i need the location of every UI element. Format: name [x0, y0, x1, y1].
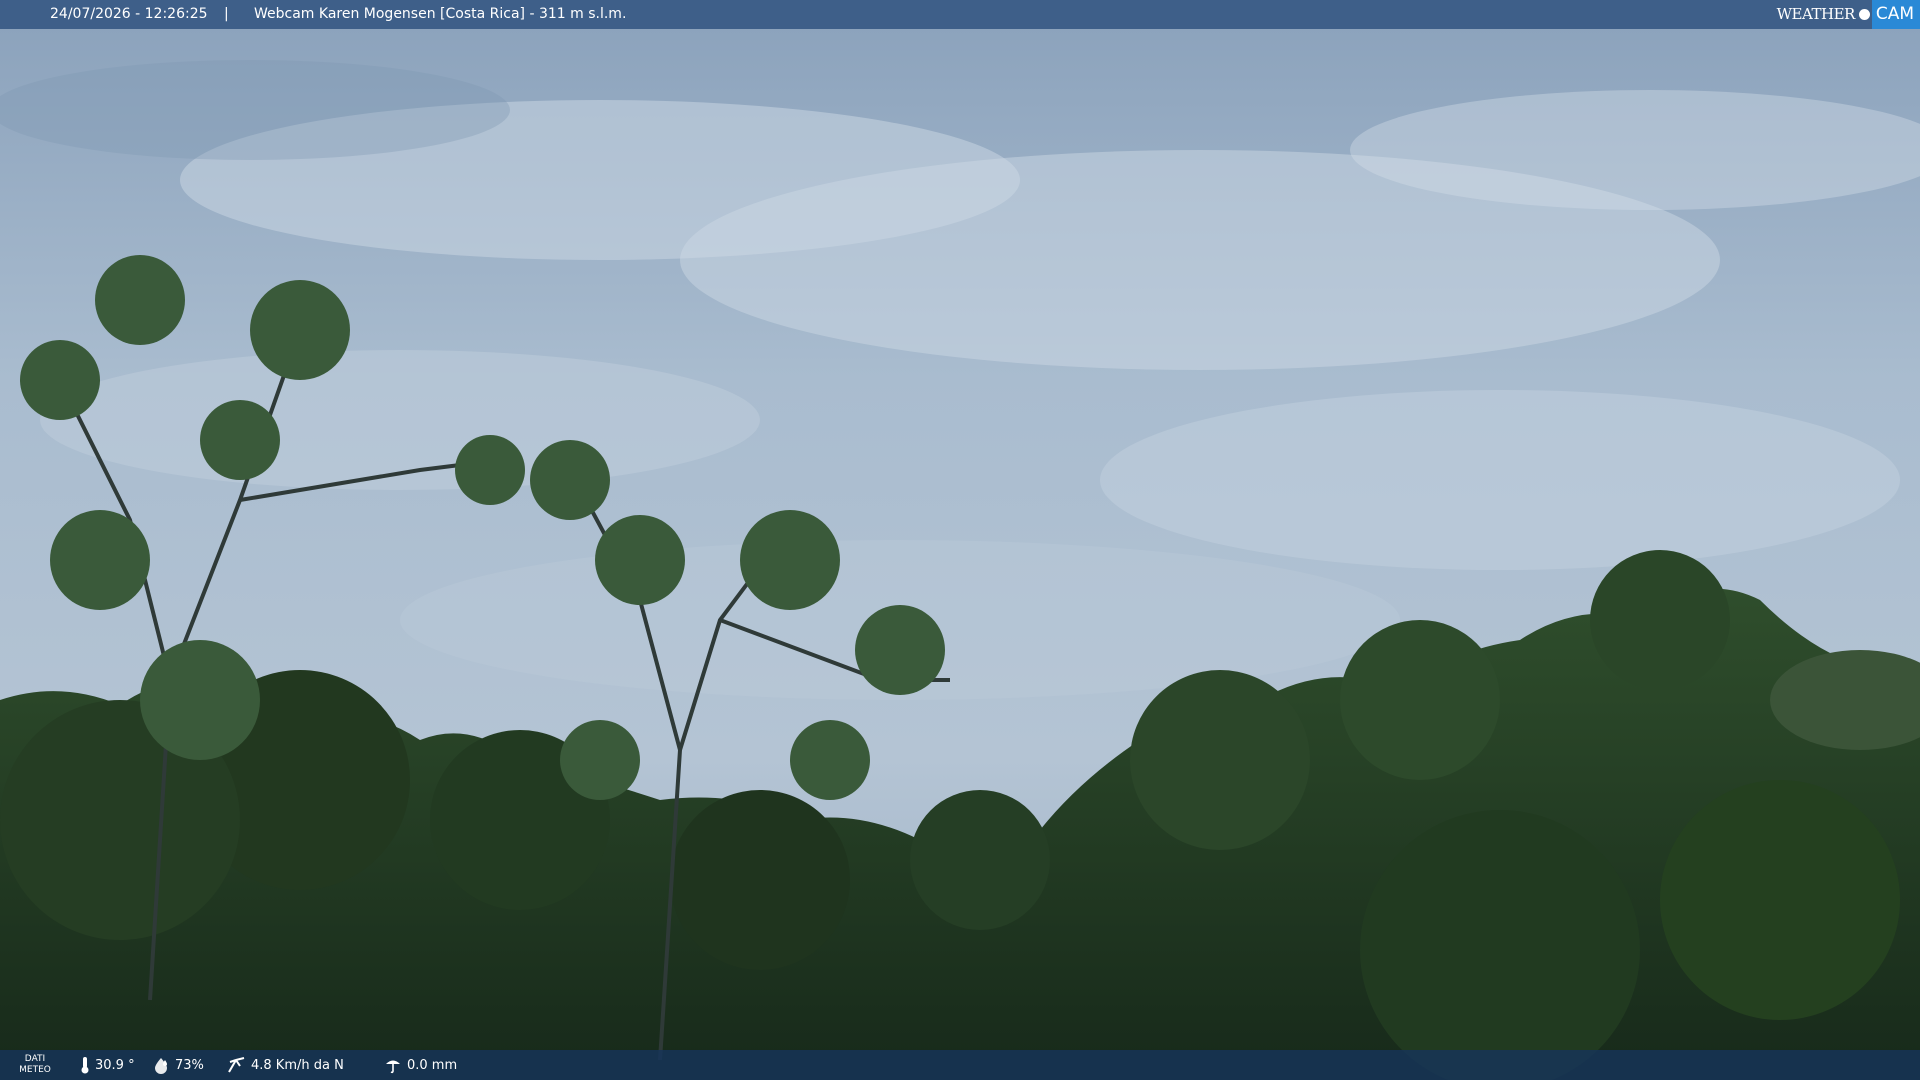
thermometer-icon: [81, 1057, 89, 1074]
dati-meteo-label: DATI METEO: [19, 1054, 51, 1075]
temperature-reading: 30.9 °: [80, 1050, 135, 1080]
wind-reading: 4.8 Km/h da N: [226, 1050, 344, 1080]
weather-data-bar: DATI METEO 30.9 ° 73% 4.8 Km/h da N 0.0 …: [0, 1050, 1920, 1080]
webcam-title: Webcam Karen Mogensen [Costa Rica] - 311…: [254, 6, 627, 22]
weathercam-logo: WEATHER CAM: [1777, 0, 1920, 29]
logo-dot-icon: [1858, 9, 1870, 20]
wind-icon: [228, 1057, 245, 1073]
datetime-label: 24/07/2026 - 12:26:25: [50, 6, 208, 22]
humidity-value: 73%: [175, 1057, 204, 1073]
rain-reading: 0.0 mm: [384, 1050, 457, 1080]
temperature-value: 30.9 °: [95, 1057, 135, 1073]
separator: |: [224, 6, 229, 22]
logo-text-right: CAM: [1871, 0, 1920, 29]
top-info-bar: 24/07/2026 - 12:26:25 | Webcam Karen Mog…: [0, 0, 1920, 29]
rain-icon: [386, 1060, 400, 1074]
logo-text-left: WEATHER: [1776, 5, 1856, 23]
webcam-image: [0, 0, 1920, 1080]
humidity-reading: 73%: [152, 1050, 204, 1080]
rain-value: 0.0 mm: [407, 1057, 458, 1073]
humidity-icon: [155, 1058, 167, 1074]
wind-value: 4.8 Km/h da N: [251, 1057, 344, 1073]
